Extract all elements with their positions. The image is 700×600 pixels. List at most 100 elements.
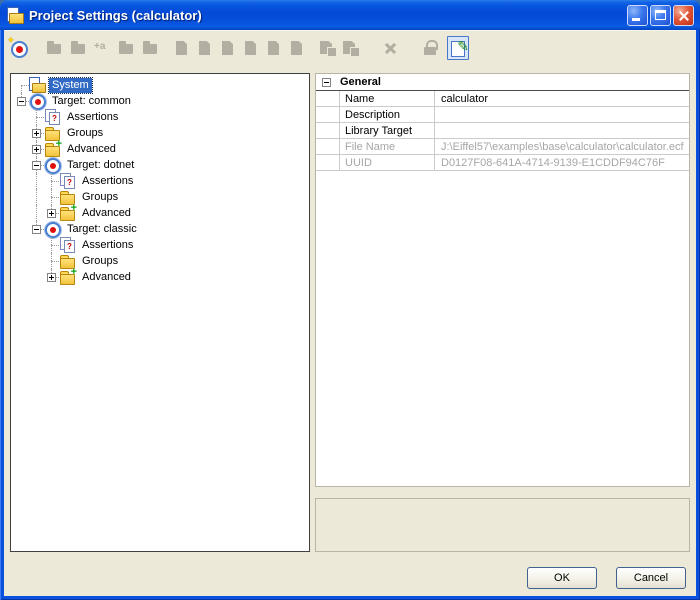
settings-tree[interactable]: SystemTarget: commonAssertionsGroups+Adv… [10, 73, 310, 552]
description-panel [315, 498, 690, 552]
x-icon [381, 39, 399, 57]
new-file-rule-button-5 [263, 36, 285, 60]
tree-connector[interactable] [14, 93, 29, 109]
target-icon [44, 221, 61, 237]
property-value[interactable] [435, 107, 689, 122]
tree-item-target-dotnet[interactable]: Target: dotnet [11, 157, 309, 173]
tree-item-label[interactable]: System [49, 78, 92, 93]
tree-item-label[interactable]: Groups [79, 190, 121, 205]
tree-connector[interactable] [29, 141, 44, 157]
system-icon [29, 77, 46, 93]
edit-xml-button[interactable]: ✎ [447, 36, 469, 60]
toolbar: ✦✎ [7, 34, 469, 62]
tree-item-target-common[interactable]: Target: common [11, 93, 309, 109]
tree-item-label[interactable]: Assertions [79, 174, 136, 189]
folder-icon [117, 39, 135, 57]
tree-item-groups[interactable]: Groups [11, 189, 309, 205]
tree-connector [44, 173, 59, 189]
tree-item-advanced[interactable]: +Advanced [11, 141, 309, 157]
doc-icon [288, 39, 306, 57]
tree-connector[interactable] [29, 221, 44, 237]
tree-guide [29, 205, 44, 221]
tree-guide [29, 237, 44, 253]
window-title: Project Settings (calculator) [29, 8, 627, 23]
tree-item-assertions[interactable]: Assertions [11, 109, 309, 125]
doc-icon [173, 39, 191, 57]
new-target-button[interactable]: ✦ [7, 36, 29, 60]
minimize-button[interactable] [627, 5, 648, 26]
tree-guide [29, 269, 44, 285]
tree-guide [14, 205, 29, 221]
advanced-icon: + [44, 141, 61, 157]
property-row-name: Namecalculator [316, 91, 689, 107]
expand-icon[interactable] [32, 145, 41, 154]
collapse-icon[interactable] [32, 161, 41, 170]
property-row-margin [316, 91, 340, 106]
new-file-rule-button-3 [217, 36, 239, 60]
property-section-header: General [316, 74, 689, 91]
advanced-icon: + [59, 205, 76, 221]
assertions-icon [59, 237, 76, 253]
tree-guide [14, 237, 29, 253]
tree-item-label[interactable]: Groups [64, 126, 106, 141]
new-cluster-button [43, 36, 65, 60]
tree-item-label[interactable]: Advanced [79, 206, 134, 221]
collapse-icon[interactable] [32, 225, 41, 234]
lock-button [419, 36, 441, 60]
close-button[interactable] [673, 5, 694, 26]
tree-item-label[interactable]: Advanced [79, 270, 134, 285]
tree-item-label[interactable]: Target: classic [64, 222, 140, 237]
expand-icon[interactable] [47, 209, 56, 218]
tree-connector[interactable] [44, 269, 59, 285]
edit-icon: ✎ [449, 39, 467, 57]
new-file-rule-button-1 [171, 36, 193, 60]
property-section-title: General [340, 76, 381, 88]
expand-icon[interactable] [32, 129, 41, 138]
tree-connector[interactable] [44, 205, 59, 221]
new-file-rule-button-2 [194, 36, 216, 60]
maximize-button[interactable] [650, 5, 671, 26]
tree-item-advanced[interactable]: +Advanced [11, 269, 309, 285]
tree-item-groups[interactable]: Groups [11, 253, 309, 269]
collapse-icon[interactable] [17, 97, 26, 106]
tree-item-label[interactable]: Assertions [64, 110, 121, 125]
rename-icon [93, 39, 111, 57]
property-value[interactable]: calculator [435, 91, 689, 106]
ok-button[interactable]: OK [527, 567, 597, 589]
application-icon [6, 6, 24, 24]
tree-item-assertions[interactable]: Assertions [11, 173, 309, 189]
property-label: Name [340, 91, 435, 106]
tree-item-label[interactable]: Target: dotnet [64, 158, 137, 173]
advanced-icon: + [59, 269, 76, 285]
tree-connector[interactable] [29, 125, 44, 141]
tree-connector[interactable] [29, 157, 44, 173]
tree-item-label[interactable]: Advanced [64, 142, 119, 157]
new-task-button-2 [339, 36, 361, 60]
property-grid: General NamecalculatorDescriptionLibrary… [315, 73, 690, 487]
tree-guide [29, 253, 44, 269]
target-icon [44, 157, 61, 173]
property-value[interactable] [435, 123, 689, 138]
expand-icon[interactable] [47, 273, 56, 282]
property-label: UUID [340, 155, 435, 170]
tree-item-target-classic[interactable]: Target: classic [11, 221, 309, 237]
folder-icon [45, 39, 63, 57]
property-value: J:\Eiffel57\examples\base\calculator\cal… [435, 139, 689, 154]
property-row-library-target: Library Target [316, 123, 689, 139]
titlebar[interactable]: Project Settings (calculator) [0, 0, 700, 30]
cancel-button[interactable]: Cancel [616, 567, 686, 589]
tree-item-label[interactable]: Assertions [79, 238, 136, 253]
tree-guide [14, 269, 29, 285]
property-row-margin [316, 139, 340, 154]
tree-guide [14, 125, 29, 141]
tree-item-assertions[interactable]: Assertions [11, 237, 309, 253]
tree-item-advanced[interactable]: +Advanced [11, 205, 309, 221]
tree-guide [14, 109, 29, 125]
collapse-section-icon[interactable] [322, 78, 331, 87]
tree-item-label[interactable]: Target: common [49, 94, 134, 109]
new-library-button [115, 36, 137, 60]
tree-item-system[interactable]: System [11, 77, 309, 93]
tree-guide [14, 141, 29, 157]
doc2-icon [341, 39, 359, 57]
tree-item-label[interactable]: Groups [79, 254, 121, 269]
